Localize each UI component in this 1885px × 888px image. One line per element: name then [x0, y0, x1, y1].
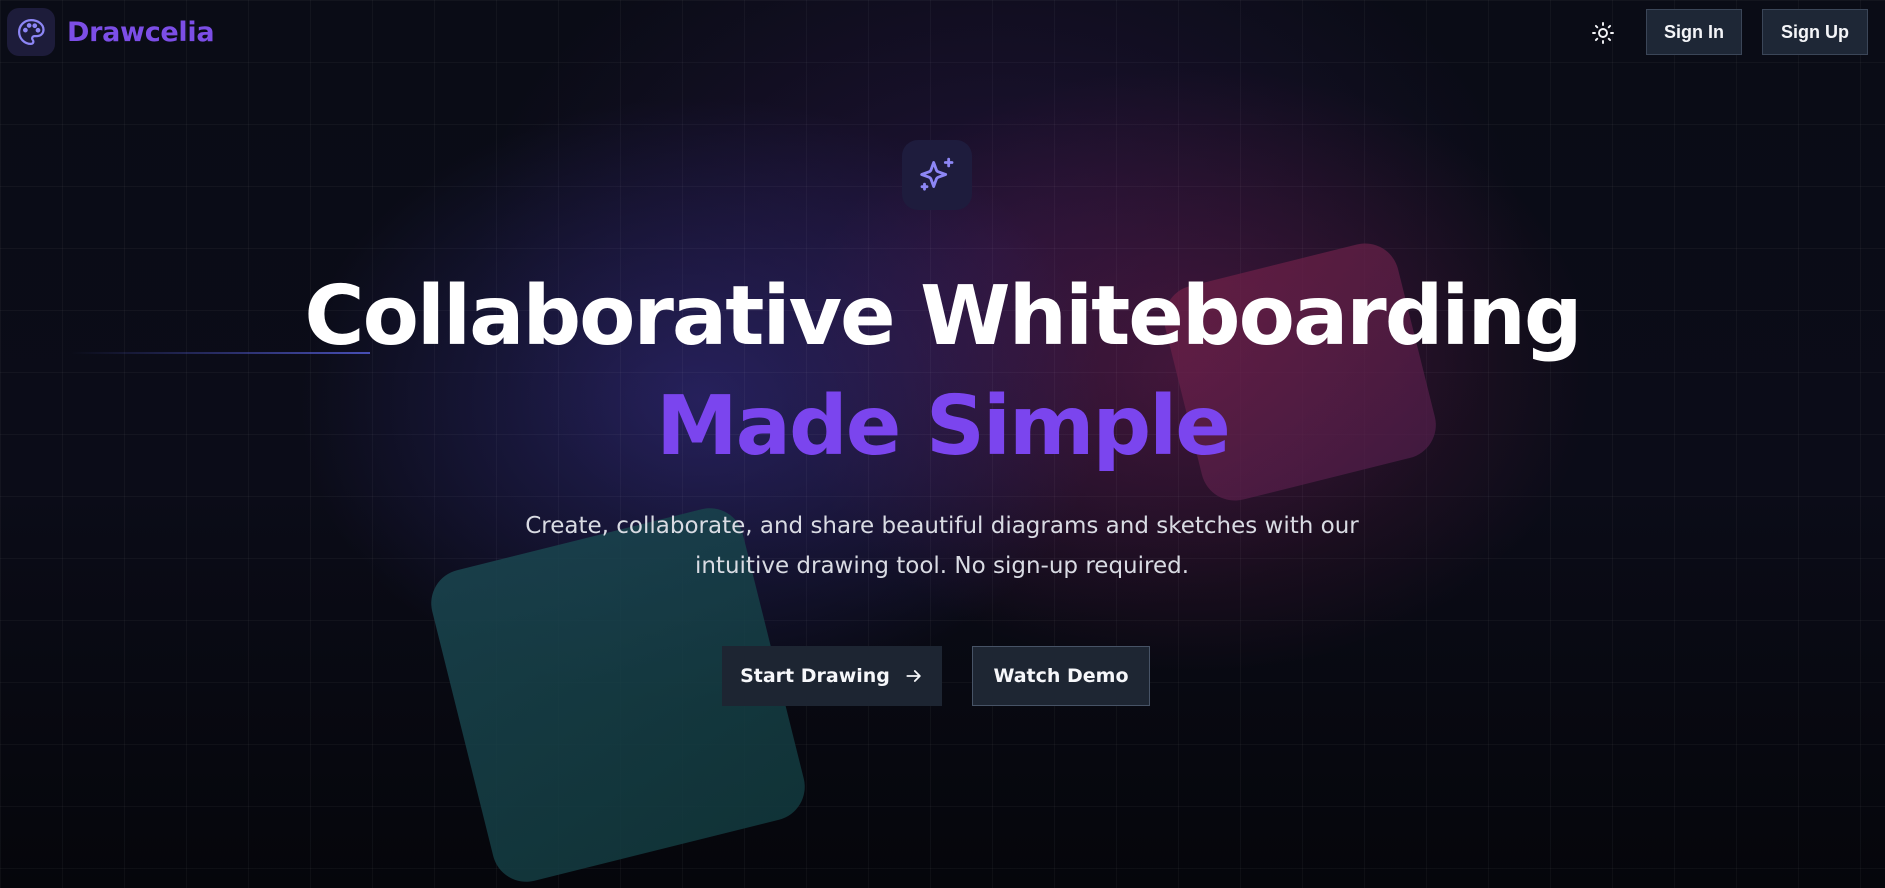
logo-badge [7, 8, 55, 56]
sign-in-button[interactable]: Sign In [1646, 9, 1742, 55]
hero-badge [902, 140, 972, 210]
brand-name: Drawcelia [67, 16, 215, 48]
hero-description-line-1: Create, collaborate, and share beautiful… [525, 513, 1359, 539]
sun-icon [1592, 22, 1614, 44]
watch-demo-button[interactable]: Watch Demo [972, 646, 1150, 706]
arrow-right-icon [906, 670, 921, 682]
landing-page: Drawcelia Sign In Sign Up Collaborative … [0, 0, 1885, 888]
watch-demo-label: Watch Demo [993, 665, 1129, 687]
sign-up-button[interactable]: Sign Up [1762, 9, 1868, 55]
palette-icon [18, 19, 45, 45]
brand-logo[interactable]: Drawcelia [7, 8, 215, 56]
hero-title-line-1: Collaborative Whiteboarding [304, 269, 1582, 364]
start-drawing-label: Start Drawing [740, 665, 890, 687]
sparkles-icon [920, 157, 954, 191]
theme-toggle-button[interactable] [1584, 14, 1622, 52]
hero-description: Create, collaborate, and share beautiful… [442, 506, 1442, 586]
hero-title-highlight: Made Simple [656, 379, 1231, 474]
hero-description-line-2: intuitive drawing tool. No sign-up requi… [694, 553, 1190, 579]
start-drawing-button[interactable]: Start Drawing [722, 646, 942, 706]
hero-title: Collaborative Whiteboarding Made Simple [0, 262, 1885, 482]
top-navbar: Drawcelia Sign In Sign Up [0, 0, 1885, 66]
